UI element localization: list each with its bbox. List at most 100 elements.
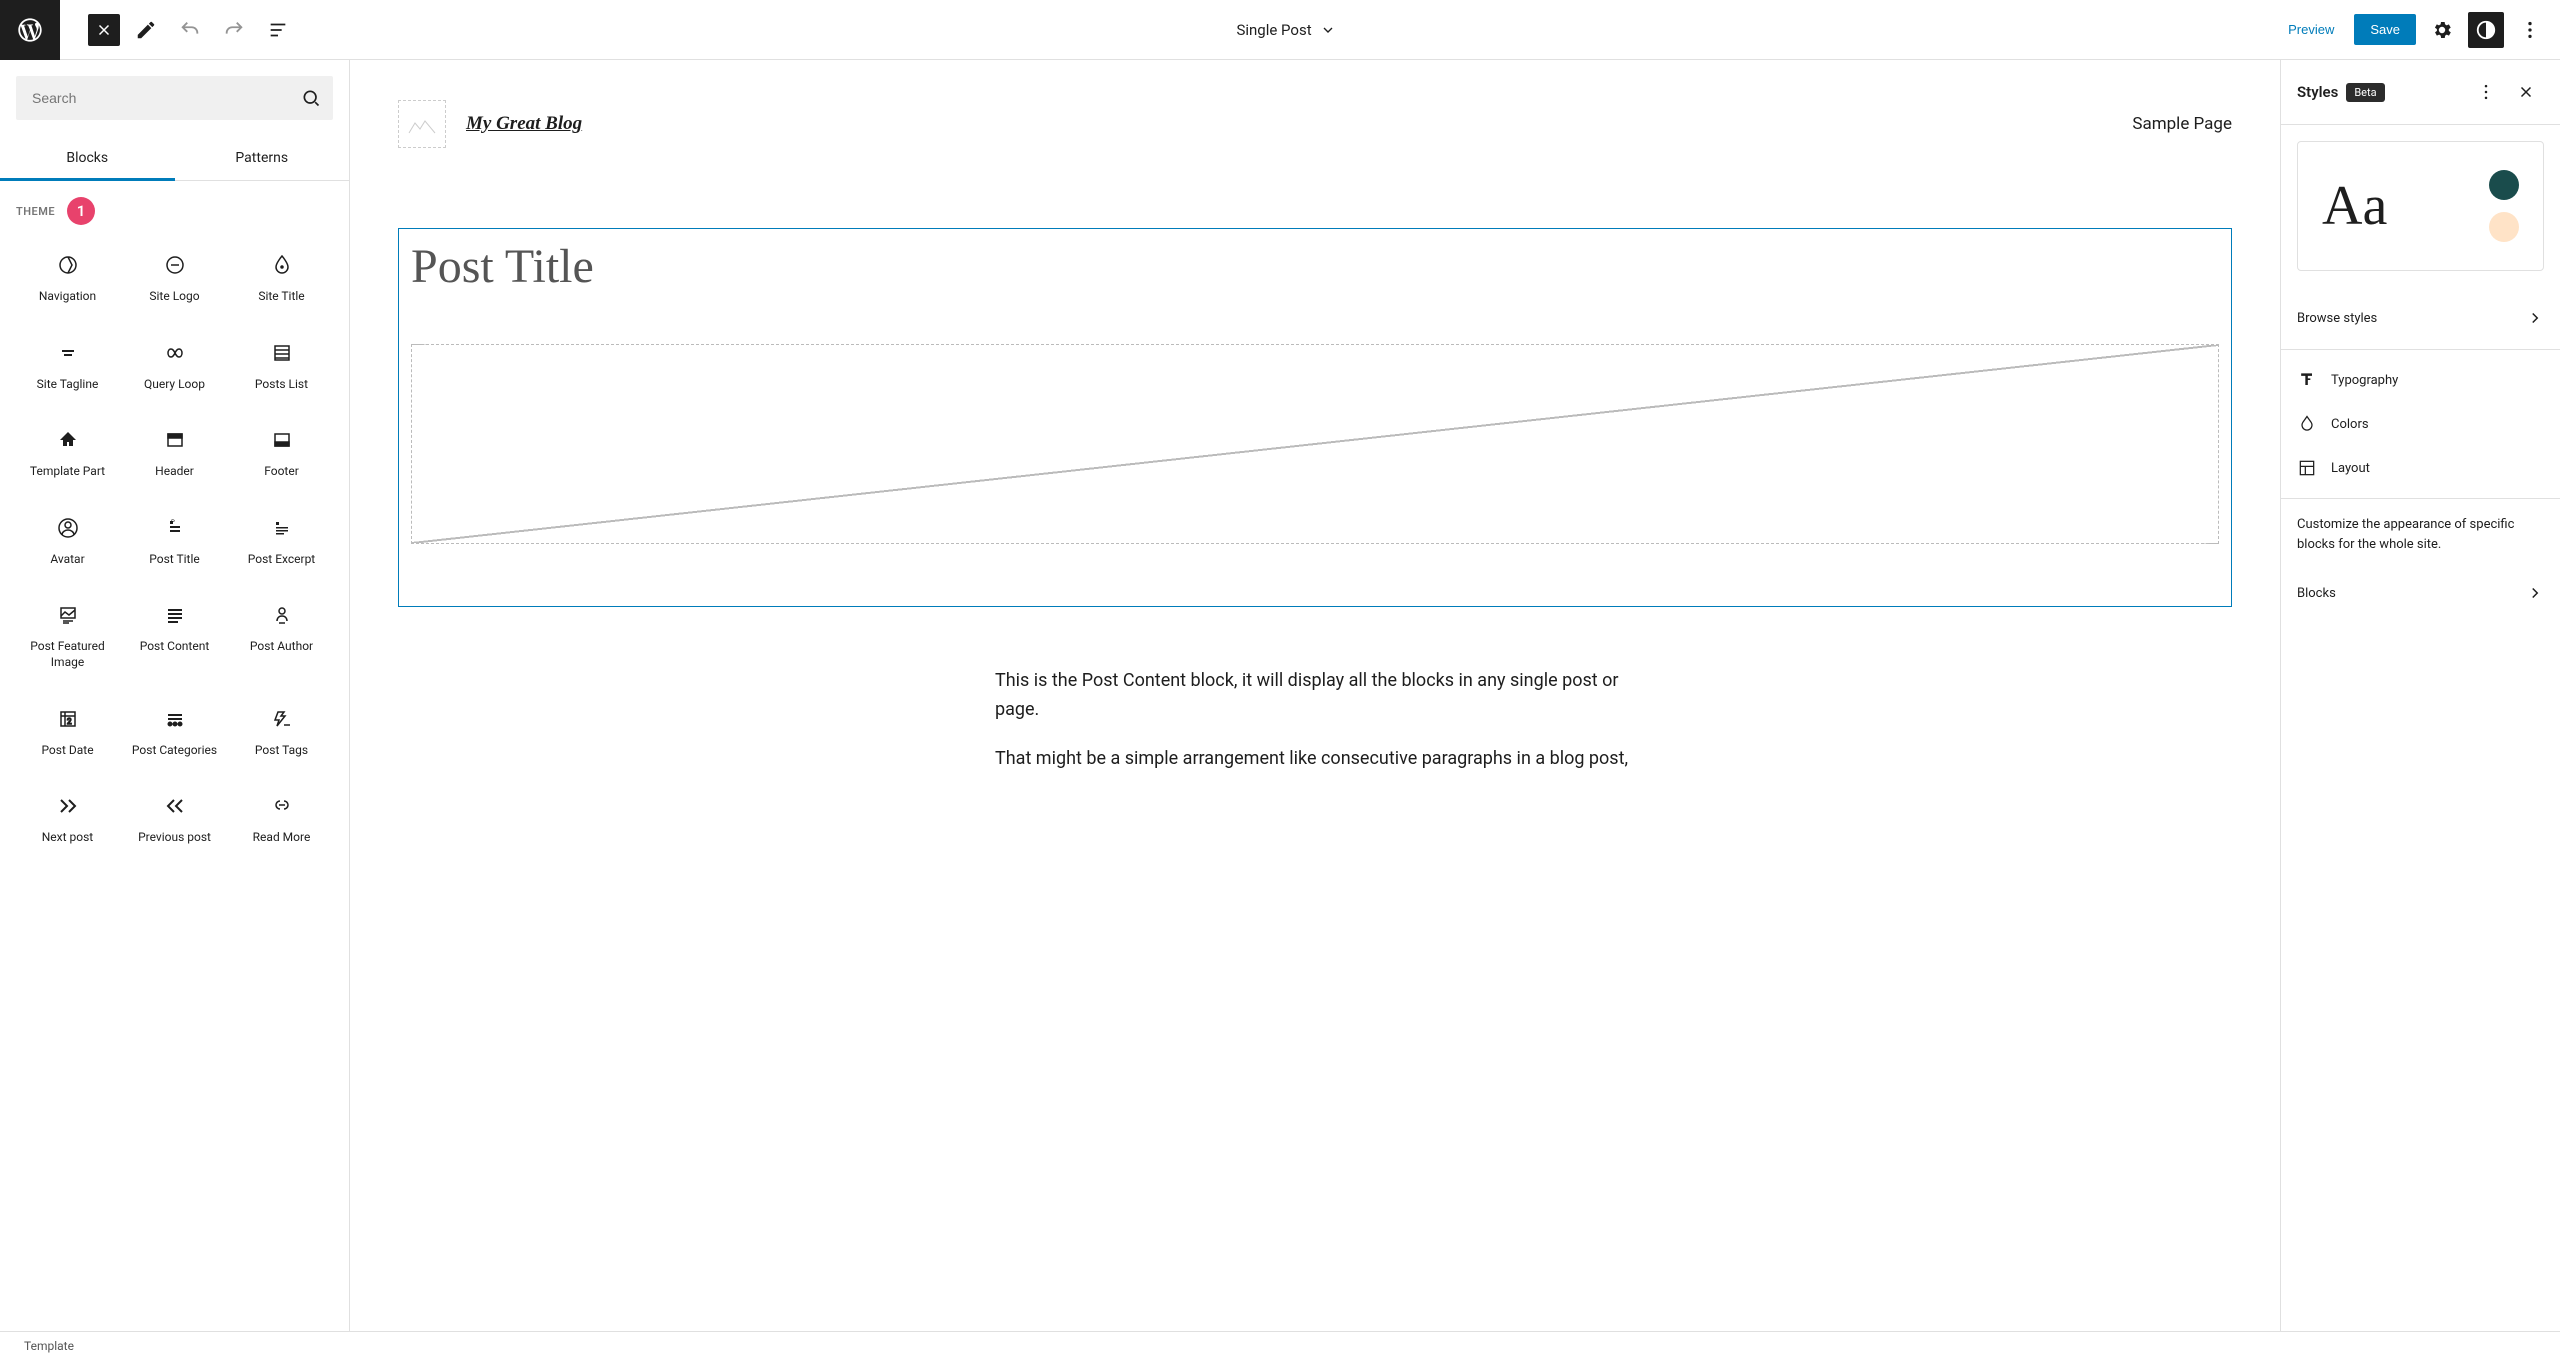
blocks-styles-button[interactable]: Blocks [2281,570,2560,616]
nav-link-sample[interactable]: Sample Page [2132,114,2232,134]
block-item-template-part[interactable]: Template Part [16,412,119,496]
query-loop-icon [163,341,187,365]
typography-button[interactable]: Typography [2281,358,2560,402]
editor-footer-breadcrumb[interactable]: Template [0,1331,2560,1359]
redo-button[interactable] [216,12,252,48]
block-item-query-loop[interactable]: Query Loop [123,325,226,409]
tab-blocks[interactable]: Blocks [0,136,175,180]
browse-styles-button[interactable]: Browse styles [2281,295,2560,341]
post-title-icon: P [163,516,187,540]
layout-button[interactable]: Layout [2281,446,2560,490]
block-item-post-author[interactable]: Post Author [230,587,333,686]
block-item-post-title[interactable]: P Post Title [123,500,226,584]
block-item-post-categories[interactable]: Post Categories [123,691,226,775]
style-preview-card[interactable]: Aa [2297,141,2544,271]
block-item-post-date[interactable]: 2Post Date [16,691,119,775]
editor-canvas[interactable]: My Great Blog Sample Page Post Title Thi… [350,60,2280,1331]
block-label: Posts List [255,377,308,393]
block-item-avatar[interactable]: Avatar [16,500,119,584]
more-options-button[interactable] [2512,12,2548,48]
blocks-description: Customize the appearance of specific blo… [2281,499,2560,570]
settings-button[interactable] [2424,12,2460,48]
style-aspects-section: Typography Colors Layout [2281,350,2560,499]
post-tags-icon [270,707,294,731]
post-featured-image-icon [56,603,80,627]
typography-icon [2297,370,2317,390]
block-label: Post Content [140,639,210,655]
search-box [16,76,333,120]
post-block-selected[interactable]: Post Title [398,228,2232,607]
post-title[interactable]: Post Title [411,239,2219,294]
block-item-next-post[interactable]: Next post [16,778,119,862]
browse-styles-section: Browse styles [2281,287,2560,350]
breadcrumb-label: Template [24,1339,74,1353]
inserter-tabs: Blocks Patterns [0,136,349,181]
tab-patterns[interactable]: Patterns [175,136,350,180]
styles-more-button[interactable] [2468,74,2504,110]
search-input[interactable] [16,76,333,120]
list-view-button[interactable] [260,12,296,48]
save-button[interactable]: Save [2354,14,2416,45]
block-item-navigation[interactable]: Navigation [16,237,119,321]
styles-panel: Styles Beta Aa [2280,60,2560,1331]
post-content-block[interactable]: This is the Post Content block, it will … [995,667,1635,773]
blocks-label: Blocks [2297,586,2336,601]
content-paragraph: That might be a simple arrangement like … [995,745,1635,774]
undo-button[interactable] [172,12,208,48]
layout-label: Layout [2331,461,2370,476]
svg-text:P: P [171,519,175,526]
block-label: Post Categories [132,743,217,759]
block-item-post-excerpt[interactable]: Post Excerpt [230,500,333,584]
previous-post-icon [163,794,187,818]
close-inserter-button[interactable] [88,14,120,46]
post-excerpt-icon [270,516,294,540]
header-icon [163,428,187,452]
footer-icon [270,428,294,452]
block-label: Header [155,464,194,480]
block-item-site-tagline[interactable]: Site Tagline [16,325,119,409]
block-item-header[interactable]: Header [123,412,226,496]
wordpress-logo[interactable] [0,0,60,60]
block-label: Template Part [30,464,105,480]
block-label: Next post [42,830,93,846]
block-item-previous-post[interactable]: Previous post [123,778,226,862]
edit-button[interactable] [128,12,164,48]
block-label: Read More [253,830,311,846]
block-item-site-title[interactable]: Site Title [230,237,333,321]
block-label: Footer [264,464,299,480]
featured-image-placeholder[interactable] [411,344,2219,544]
typography-label: Typography [2331,373,2398,388]
block-item-posts-list[interactable]: Posts List [230,325,333,409]
styles-button[interactable] [2468,12,2504,48]
preview-button[interactable]: Preview [2276,14,2346,45]
block-item-read-more[interactable]: Read More [230,778,333,862]
styles-title: Styles [2297,83,2338,101]
block-item-footer[interactable]: Footer [230,412,333,496]
site-logo-placeholder[interactable] [398,100,446,148]
section-title: THEME [16,205,55,218]
block-inserter-panel: Blocks Patterns THEME 1 NavigationSite L… [0,60,350,1331]
block-item-post-featured-image[interactable]: Post Featured Image [16,587,119,686]
post-author-icon [270,603,294,627]
block-item-post-content[interactable]: Post Content [123,587,226,686]
block-grid: Navigation Site LogoSite Title Site Taglin… [16,237,333,862]
block-item-site-logo[interactable]: Site Logo [123,237,226,321]
post-content-icon [163,603,187,627]
colors-button[interactable]: Colors [2281,402,2560,446]
block-label: Post Author [250,639,313,655]
color-dot-secondary [2489,212,2519,242]
topbar-left [0,0,296,60]
template-selector[interactable]: Single Post [296,21,2276,39]
close-styles-button[interactable] [2508,74,2544,110]
block-label: Post Title [149,552,199,568]
block-label: Navigation [39,289,96,305]
block-label: Previous post [138,830,211,846]
read-more-icon [270,794,294,818]
svg-text:2: 2 [67,717,72,726]
template-part-icon [56,428,80,452]
block-item-post-tags[interactable]: Post Tags [230,691,333,775]
site-title[interactable]: My Great Blog [466,113,582,135]
styles-panel-header: Styles Beta [2281,60,2560,125]
block-label: Query Loop [144,377,205,393]
block-label: Post Featured Image [20,639,115,670]
